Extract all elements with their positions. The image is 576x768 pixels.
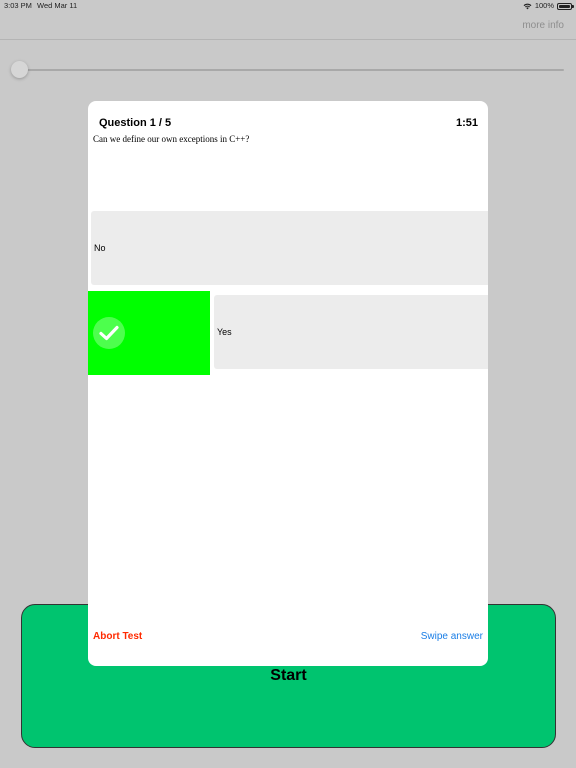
slider-thumb[interactable] [11, 61, 28, 78]
status-date: Wed Mar 11 [37, 1, 78, 10]
answer-option-yes[interactable]: Yes [214, 295, 488, 369]
swipe-answer-button[interactable]: Swipe answer [421, 631, 483, 642]
question-timer: 1:51 [455, 117, 478, 129]
answer-label: No [94, 243, 106, 253]
screen: 3:03 PM Wed Mar 11 100% more info Start … [0, 0, 576, 768]
swipe-confirm-action[interactable] [88, 291, 210, 375]
answer-label: Yes [217, 327, 232, 337]
checkmark-icon [99, 325, 119, 341]
start-button-label: Start [270, 667, 307, 684]
answer-option-no[interactable]: No [91, 211, 488, 285]
battery-percent: 100% [534, 1, 554, 10]
abort-test-button[interactable]: Abort Test [93, 631, 142, 642]
wifi-icon [523, 3, 532, 10]
navigation-bar: more info [0, 12, 576, 40]
quiz-modal: Question 1 / 5 1:51 Can we define our ow… [88, 101, 488, 666]
slider-track[interactable] [18, 69, 564, 71]
status-time: 3:03 PM [4, 1, 32, 10]
status-bar: 3:03 PM Wed Mar 11 100% [0, 0, 576, 12]
check-circle [93, 317, 125, 349]
status-indicators: 100% [523, 0, 574, 12]
question-counter: Question 1 / 5 [99, 117, 172, 129]
more-info-button[interactable]: more info [522, 20, 564, 31]
question-text: Can we define our own exceptions in C++? [93, 134, 250, 144]
battery-icon [557, 2, 574, 10]
